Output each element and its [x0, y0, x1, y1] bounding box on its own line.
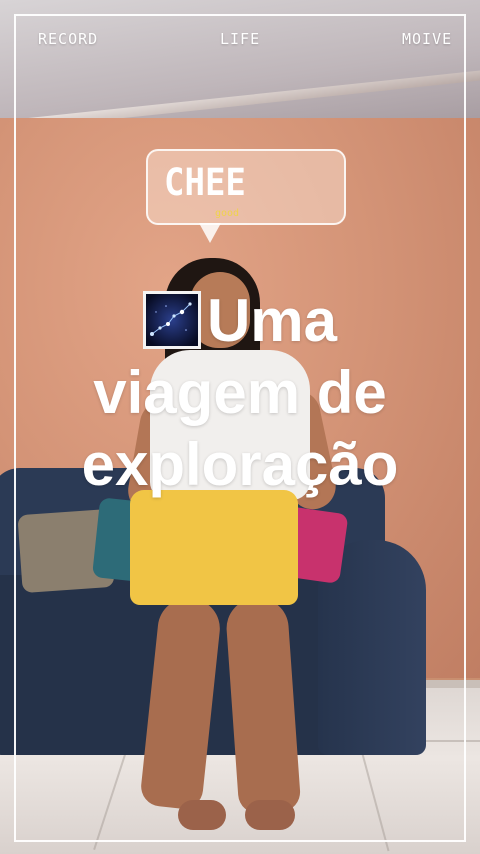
bubble-title: CHEE — [164, 161, 246, 205]
night-sky-icon — [142, 291, 201, 349]
caption-line-1: Uma — [0, 285, 480, 357]
header-life-label: LIFE — [220, 30, 261, 48]
bubble-subtitle: good — [215, 208, 240, 219]
header-moive-label: MOIVE — [402, 30, 453, 48]
caption-line-1-text: Uma — [206, 287, 338, 354]
header-record-label: RECORD — [38, 30, 99, 48]
speech-bubble-sticker: CHEE good — [146, 149, 346, 225]
speech-bubble-tail — [199, 223, 221, 243]
caption-line-3: exploração — [81, 431, 399, 498]
caption-text: Uma viagem de exploração — [0, 285, 480, 501]
caption-line-2: viagem de — [93, 359, 387, 426]
